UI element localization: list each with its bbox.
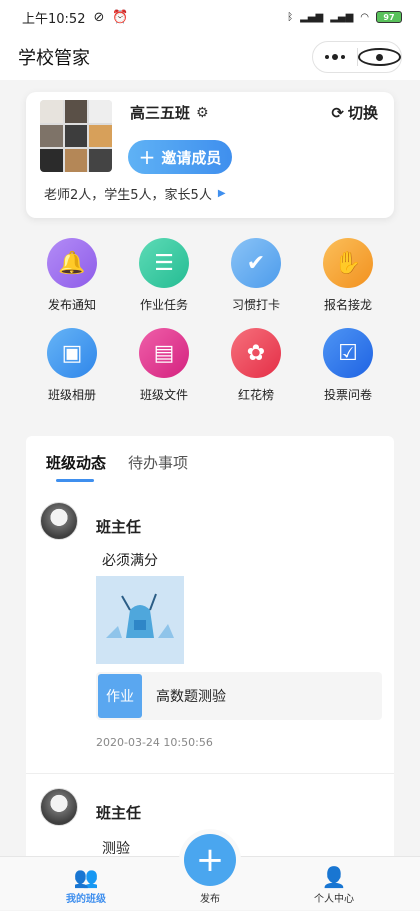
nav-bar: 学校管家 [0,34,420,80]
post-content: 必须满分 [102,553,158,569]
tab-todo[interactable]: 待办事项 [128,436,188,488]
function-homework[interactable]: ☰ 作业任务 [118,238,210,324]
avatar [40,788,78,826]
close-icon [357,48,401,66]
function-album[interactable]: ▣ 班级相册 [26,328,118,414]
post-time: 2020-03-24 10:50:56 [96,736,213,749]
status-bar: 上午10:52 ⊘ ⏰ ᛒ ▂▄▆ ▂▄▆ ◠ 97 [0,0,420,34]
signal-icon: ▂▄▆ [330,11,354,23]
avatar [40,502,78,540]
gear-icon[interactable]: ⚙ [196,105,209,121]
more-button[interactable] [313,54,357,60]
list-icon: ☰ [139,238,189,288]
function-notice[interactable]: 🔔 发布通知 [26,238,118,324]
function-grid: 🔔 发布通知 ☰ 作业任务 ✔ 习惯打卡 ✋ 报名接龙 ▣ 班级相册 ▤ 班级文… [26,238,394,410]
homework-title: 高数题测验 [156,689,226,705]
close-button[interactable] [357,48,401,66]
battery-icon: 97 [376,11,402,23]
miniprogram-capsule [312,41,402,73]
more-icon [313,54,357,60]
invite-members-button[interactable]: + 邀请成员 [128,140,232,174]
post-author: 班主任 [96,518,142,536]
homework-attachment[interactable]: 作业 高数题测验 [96,672,382,720]
tab-my-class[interactable]: 👥 我的班级 [36,857,136,911]
file-icon: ▤ [139,328,189,378]
people-icon: 👥 [73,865,99,889]
function-habit[interactable]: ✔ 习惯打卡 [210,238,302,324]
alarm-icon: ⏰ [112,9,129,25]
tab-profile[interactable]: 👤 个人中心 [284,857,384,911]
signal-icon: ▂▄▆ [300,11,324,23]
backpack-illustration [96,576,184,664]
status-time: 上午10:52 [22,11,86,27]
function-flower[interactable]: ✿ 红花榜 [210,328,302,414]
switch-class-button[interactable]: ⟳ 切换 [331,102,378,123]
function-signup[interactable]: ✋ 报名接龙 [302,238,394,324]
class-feed: 班级动态 待办事项 班主任 必须满分 作业 高数题测验 2020-03-24 1… [26,436,394,856]
plus-icon: + [195,840,225,880]
bluetooth-icon: ᛒ [287,11,294,23]
members-summary[interactable]: 老师2人，学生5人，家长5人 ▶ [44,184,226,203]
bell-icon: 🔔 [47,238,97,288]
vote-icon: ☑ [323,328,373,378]
dnd-icon: ⊘ [93,9,105,25]
class-card: 高三五班 ⚙ ⟳ 切换 + 邀请成员 老师2人，学生5人，家长5人 ▶ [26,92,394,218]
chevron-right-icon: ▶ [217,188,226,199]
function-files[interactable]: ▤ 班级文件 [118,328,210,414]
feed-post: 班主任 必须满分 作业 高数题测验 2020-03-24 10:50:56 [26,488,394,774]
homework-tag: 作业 [98,674,142,718]
album-icon: ▣ [47,328,97,378]
publish-fab-button[interactable]: + [184,834,236,886]
hand-icon: ✋ [323,238,373,288]
plus-icon: + [138,145,156,169]
post-content: 测验 [102,841,130,856]
post-author: 班主任 [96,804,142,822]
function-vote[interactable]: ☑ 投票问卷 [302,328,394,414]
class-avatar [40,100,112,172]
flower-icon: ✿ [231,328,281,378]
check-icon: ✔ [231,238,281,288]
person-icon: 👤 [321,865,347,889]
refresh-icon: ⟳ [331,103,344,122]
post-image[interactable] [96,576,184,664]
class-name: 高三五班 ⚙ [130,104,209,122]
tab-class-updates[interactable]: 班级动态 [46,436,106,488]
wifi-icon: ◠ [360,11,369,23]
feed-tabs: 班级动态 待办事项 [26,436,394,488]
page-title: 学校管家 [18,48,90,69]
